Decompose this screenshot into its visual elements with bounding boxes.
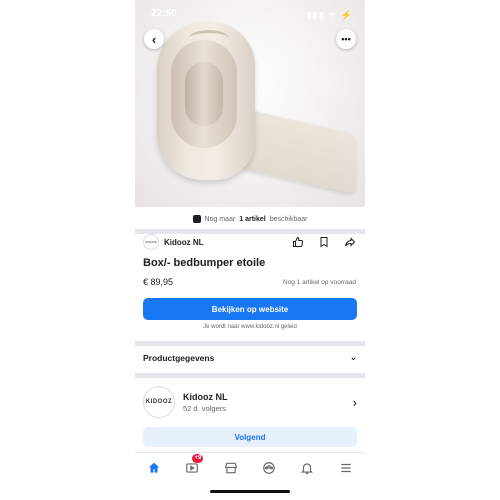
marketplace-icon <box>224 462 237 474</box>
tab-video[interactable]: +9 <box>182 454 204 478</box>
like-button[interactable] <box>291 235 305 249</box>
section-title: Productgegevens <box>143 352 215 363</box>
groups-icon <box>263 462 275 474</box>
seller-row: KIDOOZ Kidooz NL <box>143 234 357 250</box>
shop-name: Kidooz NL <box>183 391 228 402</box>
tab-menu[interactable] <box>336 458 356 478</box>
more-button[interactable]: ••• <box>336 29 356 49</box>
status-time: 22:50 <box>151 8 177 19</box>
availability-banner: Nog maar 1 artikel beschikbaar <box>135 208 365 230</box>
status-bar: 22:50 ▮▮▮ ᯤ ⚡ <box>135 0 365 26</box>
tab-home[interactable] <box>144 458 164 478</box>
product-details-toggle[interactable]: Productgegevens ⌄ <box>143 352 357 363</box>
product-price: € 89,95 <box>143 277 174 287</box>
share-button[interactable] <box>343 235 357 249</box>
divider <box>135 373 365 378</box>
tab-marketplace[interactable] <box>221 458 241 478</box>
notification-badge: +9 <box>192 454 204 463</box>
back-button[interactable]: ‹ <box>144 29 164 49</box>
shop-card[interactable]: KIDOOZ Kidooz NL 52 d. volgers › <box>143 386 357 418</box>
menu-icon <box>341 463 351 473</box>
more-icon: ••• <box>341 33 351 44</box>
phone-screen: 22:50 ▮▮▮ ᯤ ⚡ ‹ ••• Nog maar 1 artikel b… <box>135 0 365 500</box>
shop-logo: KIDOOZ <box>143 386 175 418</box>
bookmark-icon <box>320 237 328 248</box>
share-icon <box>345 237 356 247</box>
bag-icon <box>192 215 201 223</box>
tab-groups[interactable] <box>259 458 279 478</box>
video-icon <box>186 463 199 473</box>
view-on-website-button[interactable]: Bekijken op website <box>143 298 357 320</box>
status-icons: ▮▮▮ ᯤ ⚡ <box>306 10 353 20</box>
bell-icon <box>301 463 314 474</box>
product-actions <box>291 235 357 249</box>
product-title: Box/- bedbumper etoile <box>143 257 266 269</box>
follower-count: 52 d. volgers <box>183 403 226 413</box>
seller-name[interactable]: Kidooz NL <box>164 238 204 247</box>
following-button[interactable]: Volgend <box>143 427 357 447</box>
chevron-down-icon: ⌄ <box>349 352 357 362</box>
divider <box>135 341 365 346</box>
product-photo[interactable] <box>135 0 365 207</box>
thumbs-up-icon <box>293 236 303 248</box>
tab-notifications[interactable] <box>297 458 317 478</box>
stock-status: Nog 1 artikel op voorraad <box>283 279 356 286</box>
chevron-right-icon: › <box>352 394 357 410</box>
chevron-left-icon: ‹ <box>151 31 157 47</box>
bottom-tab-bar: +9 <box>135 452 365 483</box>
home-indicator[interactable] <box>210 490 290 493</box>
save-button[interactable] <box>317 235 331 249</box>
home-icon <box>148 462 160 473</box>
redirect-note: Je wordt naar www.kidooz.nl geleid <box>203 324 297 330</box>
seller-logo[interactable]: KIDOOZ <box>143 234 159 250</box>
